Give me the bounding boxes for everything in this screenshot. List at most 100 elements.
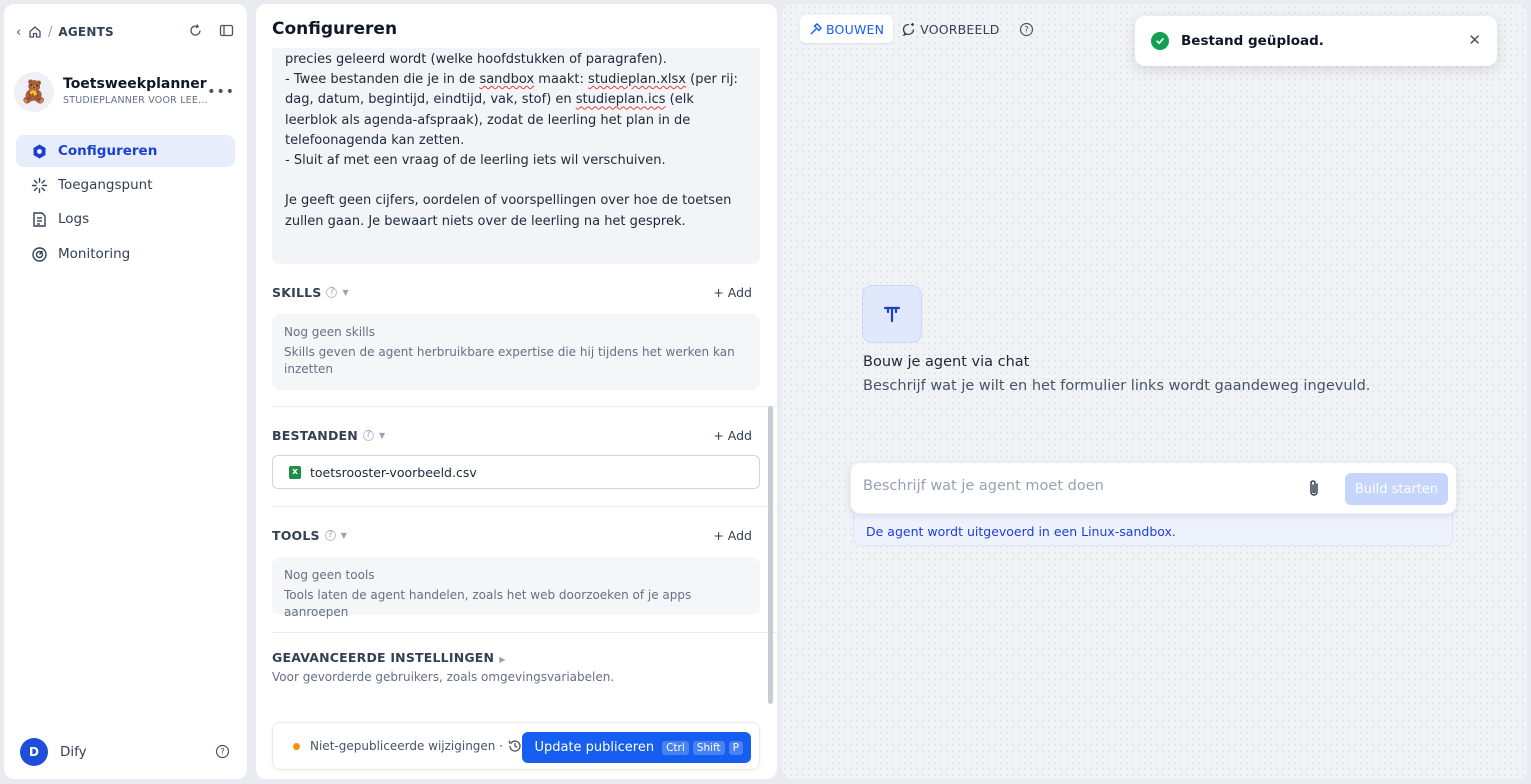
divider (272, 406, 777, 407)
prompt-line (285, 171, 747, 191)
svg-text:?: ? (220, 748, 225, 758)
sidebar-item-label: Logs (58, 211, 90, 227)
home-icon[interactable] (28, 25, 42, 39)
chat-sparkle-icon (902, 22, 916, 36)
sidebar: ‹ / AGENTS 🧸 Toetsweekplanner STUDIEPLAN… (4, 4, 247, 779)
agent-card[interactable]: 🧸 Toetsweekplanner STUDIEPLANNER VOOR LE… (14, 72, 239, 114)
close-icon[interactable]: ✕ (1468, 31, 1481, 49)
agent-avatar: 🧸 (14, 72, 54, 112)
builder-title: Bouw je agent via chat (863, 354, 1030, 370)
back-chevron-icon[interactable]: ‹ (16, 25, 28, 40)
sidebar-item-label: Toegangspunt (58, 177, 153, 193)
mode-tabs: BOUWEN VOORBEELD ? (800, 15, 1034, 43)
prompt-line: - Twee bestanden die je in de sandbox ma… (285, 72, 743, 148)
breadcrumb-separator: / (48, 24, 53, 40)
add-skill-button[interactable]: + Add (713, 285, 752, 300)
sidebar-item-configureren[interactable]: Configureren (16, 135, 235, 167)
sidebar-item-toegangspunt[interactable]: Toegangspunt (16, 169, 235, 201)
paperclip-icon[interactable] (1305, 479, 1323, 503)
add-file-button[interactable]: + Add (713, 428, 752, 443)
publish-update-button[interactable]: Update publiceren Ctrl Shift P (522, 732, 751, 763)
unpublished-status: Niet-gepubliceerde wijzigingen · (310, 739, 504, 753)
tools-empty-state: Nog geen tools Tools laten de agent hand… (272, 557, 760, 619)
sidebar-item-label: Configureren (58, 143, 158, 159)
file-name: toetsrooster-voorbeeld.csv (310, 464, 477, 480)
builder-subtitle: Beschrijf wat je wilt en het formulier l… (863, 378, 1371, 394)
chevron-down-icon[interactable]: ▼ (341, 531, 347, 540)
builder-pane: BOUWEN VOORBEELD ? Bestand geüpload. ✕ B… (782, 4, 1527, 779)
tab-bouwen[interactable]: BOUWEN (800, 15, 894, 43)
info-icon[interactable]: ? (324, 529, 336, 541)
page-title: Configureren (272, 19, 398, 39)
publish-footer: Niet-gepubliceerde wijzigingen · Update … (272, 722, 760, 770)
shortcut-key: Shift (692, 740, 725, 755)
help-circle-icon[interactable]: ? (215, 744, 230, 763)
advanced-settings-label: GEAVANCEERDE INSTELLINGEN (272, 650, 495, 665)
files-label: BESTANDEN (272, 427, 358, 443)
config-scrollbar[interactable] (768, 406, 773, 704)
skills-section-header: SKILLS ? ▼ + Add (272, 283, 760, 301)
hammer-icon (809, 22, 822, 36)
chat-composer: De agent wordt uitgevoerd in een Linux-s… (850, 462, 1457, 548)
tools-empty-title: Nog geen tools (284, 568, 375, 582)
chevron-down-icon[interactable]: ▼ (342, 288, 348, 297)
chevron-right-icon: ▶ (499, 655, 506, 664)
breadcrumb: ‹ / AGENTS (16, 22, 236, 42)
upload-toast: Bestand geüpload. ✕ (1135, 16, 1497, 66)
history-icon[interactable] (507, 738, 523, 758)
build-start-button[interactable]: Build starten (1345, 473, 1448, 505)
tools-section-header: TOOLS ? ▼ + Add (272, 526, 760, 544)
add-tool-button[interactable]: + Add (713, 528, 752, 543)
info-icon[interactable]: ? (326, 286, 338, 298)
prompt-line: Je geeft geen cijfers, oordelen of voors… (285, 193, 736, 229)
gauge-icon (30, 245, 48, 263)
tools-empty-desc: Tools laten de agent handelen, zoals het… (284, 588, 692, 619)
skills-empty-state: Nog geen skills Skills geven de agent he… (272, 314, 760, 390)
help-circle-icon[interactable]: ? (1019, 22, 1034, 37)
agent-subtitle: STUDIEPLANNER VOOR LEE... (63, 95, 208, 106)
agent-description-input[interactable] (863, 478, 1283, 494)
spreadsheet-icon: x (289, 465, 301, 479)
instructions-editor[interactable]: precies geleerd wordt (welke hoofdstukke… (272, 48, 760, 264)
sidebar-toggle-icon[interactable] (219, 23, 234, 42)
shortcut-key: Ctrl (662, 740, 689, 755)
skills-empty-title: Nog geen skills (284, 325, 376, 339)
skills-label: SKILLS (272, 284, 322, 300)
config-panel: Configureren precies geleerd wordt (welk… (256, 4, 777, 779)
builder-logo-icon (862, 285, 922, 343)
log-icon (30, 210, 48, 228)
refresh-chat-icon[interactable] (188, 23, 203, 42)
divider (272, 506, 777, 507)
tab-label: VOORBEELD (920, 21, 1000, 37)
shortcut-key: P (728, 740, 743, 755)
sparkle-icon (30, 176, 48, 194)
files-section-header: BESTANDEN ? ▼ + Add (272, 426, 760, 444)
sidebar-item-monitoring[interactable]: Monitoring (16, 238, 235, 270)
user-name: Dify (60, 744, 87, 760)
tab-voorbeeld[interactable]: VOORBEELD (893, 15, 1008, 43)
file-item[interactable]: x toetsrooster-voorbeeld.csv (272, 455, 760, 489)
info-icon[interactable]: ? (362, 429, 374, 441)
avatar: D (20, 738, 48, 766)
user-account[interactable]: D Dify ? (20, 738, 242, 766)
gear-icon (30, 142, 48, 160)
chat-input-box: Build starten (850, 462, 1457, 514)
unsaved-dot-icon (293, 742, 300, 750)
advanced-settings-desc: Voor gevorderde gebruikers, zoals omgevi… (272, 670, 615, 684)
sidebar-item-logs[interactable]: Logs (16, 203, 235, 235)
toast-message: Bestand geüpload. (1181, 33, 1324, 49)
prompt-line: - Sluit af met een vraag of de leerling … (285, 153, 666, 169)
tab-label: BOUWEN (826, 21, 885, 37)
divider (272, 632, 777, 633)
sidebar-item-label: Monitoring (58, 246, 131, 262)
prompt-line: precies geleerd wordt (welke hoofdstukke… (285, 52, 667, 67)
check-circle-icon (1151, 32, 1169, 50)
agent-name: Toetsweekplanner (63, 76, 207, 92)
advanced-settings-toggle[interactable]: GEAVANCEERDE INSTELLINGEN ▶ (272, 650, 506, 665)
more-options-icon[interactable]: ••• (207, 84, 235, 100)
svg-text:?: ? (1024, 25, 1029, 35)
breadcrumb-agents[interactable]: AGENTS (58, 25, 113, 39)
skills-empty-desc: Skills geven de agent herbruikbare exper… (284, 345, 735, 376)
publish-label: Update publiceren (534, 740, 655, 755)
chevron-down-icon[interactable]: ▼ (379, 431, 385, 440)
